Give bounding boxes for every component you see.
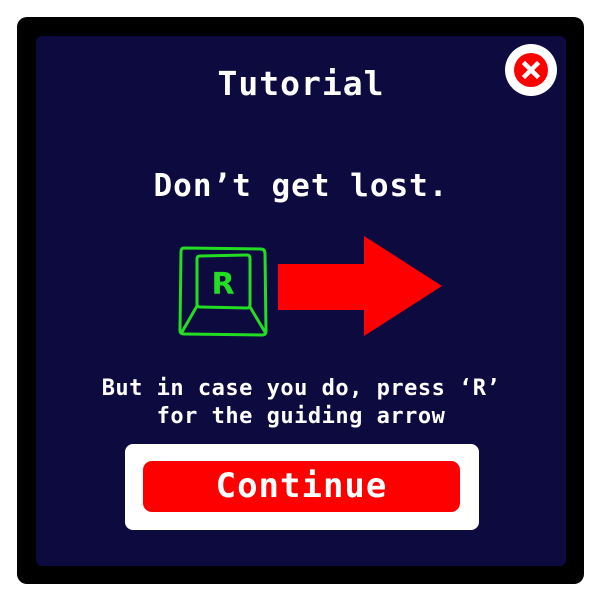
- instruction-line-1: But in case you do, press ‘R’: [101, 376, 501, 401]
- right-arrow-icon: [278, 236, 442, 336]
- continue-button[interactable]: Continue: [143, 461, 460, 512]
- continue-button-frame: Continue: [125, 444, 479, 530]
- keyboard-key-icon: R: [178, 246, 268, 337]
- dialog-title: Tutorial: [217, 64, 385, 103]
- key-label: R: [211, 267, 234, 302]
- instruction-line-2: for the guiding arrow: [156, 404, 446, 429]
- dialog-headline: Don’t get lost.: [153, 168, 449, 204]
